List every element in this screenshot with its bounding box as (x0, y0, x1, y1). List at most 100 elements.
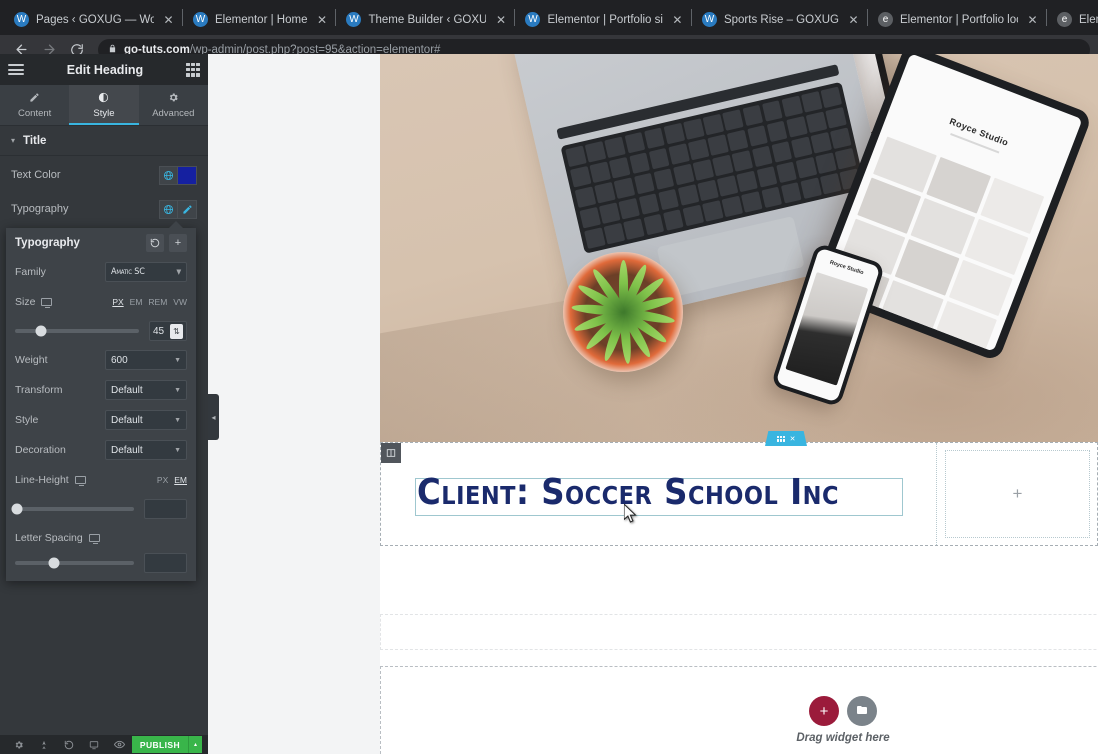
tab-style[interactable]: Style (69, 85, 139, 125)
typography-actions: + (146, 233, 187, 252)
contrast-icon (98, 92, 109, 106)
plus-icon: + (819, 702, 829, 720)
close-icon[interactable]: ✕ (314, 12, 329, 27)
drag-widget-section[interactable]: + Drag widget here (380, 666, 1098, 754)
line-height-slider[interactable] (11, 503, 134, 515)
unit-vw[interactable]: VW (173, 297, 187, 307)
hamburger-menu-icon[interactable] (8, 64, 24, 75)
weight-select[interactable]: 600 ▼ (105, 350, 187, 370)
field-label: Line-Height (15, 474, 86, 486)
unit-rem[interactable]: REM (148, 297, 167, 307)
desktop-icon[interactable] (74, 476, 86, 486)
pencil-icon[interactable] (178, 199, 197, 219)
unit-em[interactable]: EM (174, 475, 187, 485)
elementor-icon: e (878, 12, 893, 27)
close-icon[interactable]: ✕ (846, 12, 861, 27)
browser-tab[interactable]: W Elementor | Home ✕ (183, 4, 335, 35)
publish-button[interactable]: PUBLISH ▴ (131, 736, 202, 753)
field-label: Transform (15, 384, 63, 396)
browser-tab[interactable]: W Sports Rise – GOXUG ✕ (692, 4, 867, 35)
add-section-button[interactable]: + (809, 696, 839, 726)
potted-plant (563, 252, 683, 372)
browser-tab[interactable]: W Pages ‹ GOXUG — Wor ✕ (4, 4, 182, 35)
plus-icon[interactable]: + (169, 233, 187, 252)
settings-icon[interactable] (6, 735, 31, 754)
tab-title: Elementor | Home (1079, 13, 1098, 26)
section-title[interactable]: ▾ Title (0, 126, 208, 156)
letter-spacing-input[interactable] (144, 553, 187, 573)
wordpress-icon: W (701, 12, 717, 27)
chevron-up-icon[interactable]: ▴ (188, 736, 202, 753)
close-icon[interactable]: ✕ (790, 435, 796, 443)
close-icon[interactable]: ✕ (1025, 12, 1040, 27)
editor-column-left[interactable]: Client: Soccer School Inc (381, 443, 937, 545)
close-icon[interactable]: ✕ (493, 12, 508, 27)
editor-canvas: Royce Studio Royce Studio ✕ Client: Socc… (208, 54, 1098, 754)
desktop-icon[interactable] (88, 534, 100, 544)
control-label: Text Color (11, 169, 61, 181)
plus-icon[interactable]: + (1013, 484, 1023, 504)
size-value: 45 (153, 325, 165, 337)
tab-title: Sports Rise – GOXUG (723, 13, 839, 26)
color-swatch[interactable] (178, 165, 197, 185)
widgets-grid-icon[interactable] (186, 62, 200, 77)
laptop-keyboard (560, 81, 866, 254)
line-height-input[interactable] (144, 499, 187, 519)
globe-icon[interactable] (159, 165, 178, 185)
letter-spacing-label: Letter Spacing (15, 532, 83, 544)
transform-select[interactable]: Default ▼ (105, 380, 187, 400)
responsive-icon[interactable] (82, 735, 107, 754)
browser-tab[interactable]: e Elementor | Portfolio loc ✕ (868, 4, 1046, 35)
tab-title: Elementor | Home (215, 13, 308, 26)
wordpress-icon: W (14, 12, 29, 27)
panel-header: Edit Heading (0, 54, 208, 85)
preview-icon[interactable] (107, 735, 132, 754)
globe-icon[interactable] (159, 199, 178, 219)
drag-dots-icon[interactable] (776, 435, 785, 442)
panel-collapse-button[interactable]: ◂ (208, 394, 219, 440)
stepper-icon[interactable]: ⇅ (170, 323, 183, 339)
browser-tab[interactable]: e Elementor | Home ✕ (1047, 4, 1098, 35)
browser-tab[interactable]: W Elementor | Portfolio si ✕ (515, 4, 690, 35)
editor-section[interactable]: ✕ Client: Soccer School Inc + (380, 431, 1098, 546)
tab-title: Elementor | Portfolio si (547, 13, 663, 26)
decoration-select[interactable]: Default ▼ (105, 440, 187, 460)
field-size: Size PX EM REM VW (6, 287, 196, 317)
field-transform: Transform Default ▼ (6, 375, 196, 405)
reset-icon[interactable] (146, 233, 164, 252)
tab-label: Content (18, 107, 52, 119)
unit-px[interactable]: PX (112, 297, 123, 307)
size-slider[interactable] (15, 325, 139, 337)
canvas-gutter (208, 54, 380, 754)
slider-knob[interactable] (35, 325, 47, 337)
size-input[interactable]: 45 ⇅ (149, 321, 187, 341)
decoration-value: Default (111, 444, 143, 456)
desktop-icon[interactable] (41, 298, 53, 308)
family-select[interactable]: Amatic SC ▼ (105, 262, 187, 282)
navigator-icon[interactable] (31, 735, 56, 754)
letter-spacing-slider[interactable] (15, 557, 134, 569)
style-select[interactable]: Default ▼ (105, 410, 187, 430)
slider-knob[interactable] (11, 503, 23, 515)
field-style: Style Default ▼ (6, 405, 196, 435)
wordpress-icon: W (346, 12, 362, 27)
editor-column-right[interactable]: + (938, 443, 1097, 545)
field-label: Size (15, 296, 53, 308)
field-decoration: Decoration Default ▼ (6, 435, 196, 465)
close-icon[interactable]: ✕ (161, 12, 176, 27)
history-icon[interactable] (56, 735, 81, 754)
unit-em[interactable]: EM (130, 297, 143, 307)
close-icon[interactable]: ✕ (670, 12, 685, 27)
unit-px[interactable]: PX (157, 475, 168, 485)
tab-strip: W Pages ‹ GOXUG — Wor ✕ W Elementor | Ho… (0, 0, 1098, 35)
tab-content[interactable]: Content (0, 85, 69, 125)
mouse-pointer-icon (623, 502, 637, 523)
add-template-button[interactable] (847, 696, 877, 726)
control-actions (159, 199, 197, 219)
tab-advanced[interactable]: Advanced (139, 85, 208, 125)
tab-label: Style (93, 107, 115, 119)
family-value: Amatic SC (111, 267, 145, 277)
browser-tab[interactable]: W Theme Builder ‹ GOXUG ✕ (336, 4, 514, 35)
chevron-down-icon: ▾ (11, 136, 16, 145)
slider-knob[interactable] (48, 557, 60, 569)
